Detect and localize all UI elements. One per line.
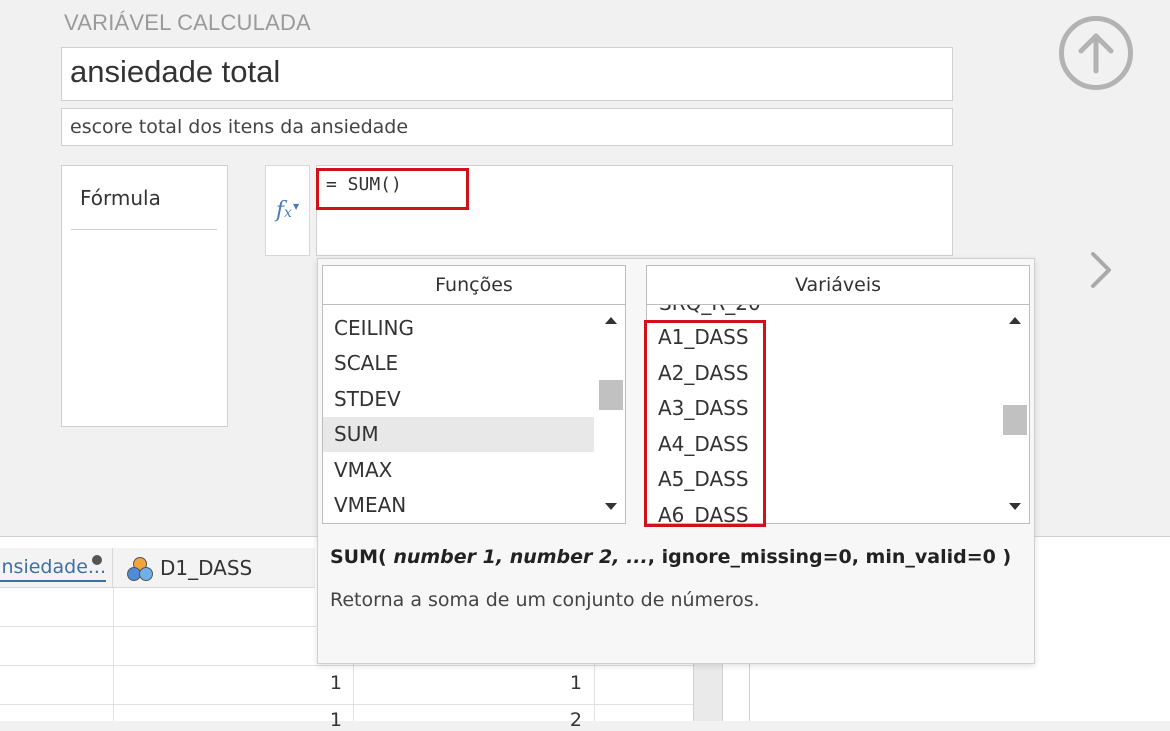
fx-function-icon: fx (275, 198, 292, 223)
column-header-d1-dass[interactable]: D1_DASS (160, 556, 252, 580)
formula-highlight-box (316, 168, 469, 210)
next-variable-button[interactable] (1085, 250, 1115, 290)
computed-variable-icon (92, 555, 102, 565)
signature-options: , ignore_missing=0, min_valid=0 ) (647, 546, 1012, 568)
scroll-down-icon[interactable] (605, 503, 617, 510)
signature-name: SUM( (330, 546, 394, 568)
grid-col-line (113, 588, 114, 721)
chevron-down-icon: ▼ (292, 202, 300, 211)
functions-header: Funções (323, 266, 625, 305)
function-item[interactable]: SUM (334, 422, 379, 446)
nominal-variable-icon (127, 557, 153, 581)
scroll-thumb[interactable] (599, 380, 623, 410)
grid-row-line (0, 704, 693, 705)
function-item[interactable]: VMEAN (334, 493, 406, 517)
scroll-up-icon[interactable] (1009, 317, 1021, 324)
grid-row-line (0, 626, 316, 627)
function-menu-button[interactable]: fx ▼ (265, 165, 310, 256)
function-signature: SUM( number 1, number 2, ..., ignore_mis… (330, 546, 1011, 568)
grid-row-line (0, 665, 693, 666)
grid-col-line (594, 664, 595, 721)
arrow-up-icon (1078, 33, 1114, 74)
signature-args: number 1, number 2, ... (393, 546, 648, 568)
chevron-right-icon (1091, 252, 1111, 288)
formula-divider (71, 229, 217, 230)
function-item[interactable]: SCALE (334, 351, 398, 375)
grid-scrollbar[interactable] (693, 660, 723, 721)
function-item[interactable]: VMAX (334, 458, 392, 482)
table-cell[interactable]: 1 (114, 672, 342, 694)
section-title: VARIÁVEL CALCULADA (64, 10, 311, 35)
variables-header: Variáveis (647, 266, 1029, 305)
function-item[interactable]: CEILING (334, 316, 414, 340)
collapse-up-button[interactable] (1059, 16, 1133, 90)
table-cell[interactable]: 2 (354, 709, 582, 731)
functions-scrollbar[interactable] (597, 305, 625, 523)
column-header-label[interactable]: nsiedade... (0, 556, 106, 582)
variable-name-input[interactable]: ansiedade total (61, 47, 953, 101)
scroll-down-icon[interactable] (1009, 503, 1021, 510)
variables-highlight-box (644, 320, 766, 527)
table-cell[interactable]: 1 (114, 709, 342, 731)
formula-label: Fórmula (80, 186, 161, 210)
variable-description-input[interactable]: escore total dos itens da ansiedade (61, 108, 953, 146)
function-item[interactable]: STDEV (334, 387, 401, 411)
table-cell[interactable]: 1 (354, 672, 582, 694)
function-description: Retorna a soma de um conjunto de números… (330, 589, 760, 611)
scroll-thumb[interactable] (1003, 405, 1027, 435)
scroll-up-icon[interactable] (605, 317, 617, 324)
variables-scrollbar[interactable] (1001, 305, 1029, 523)
